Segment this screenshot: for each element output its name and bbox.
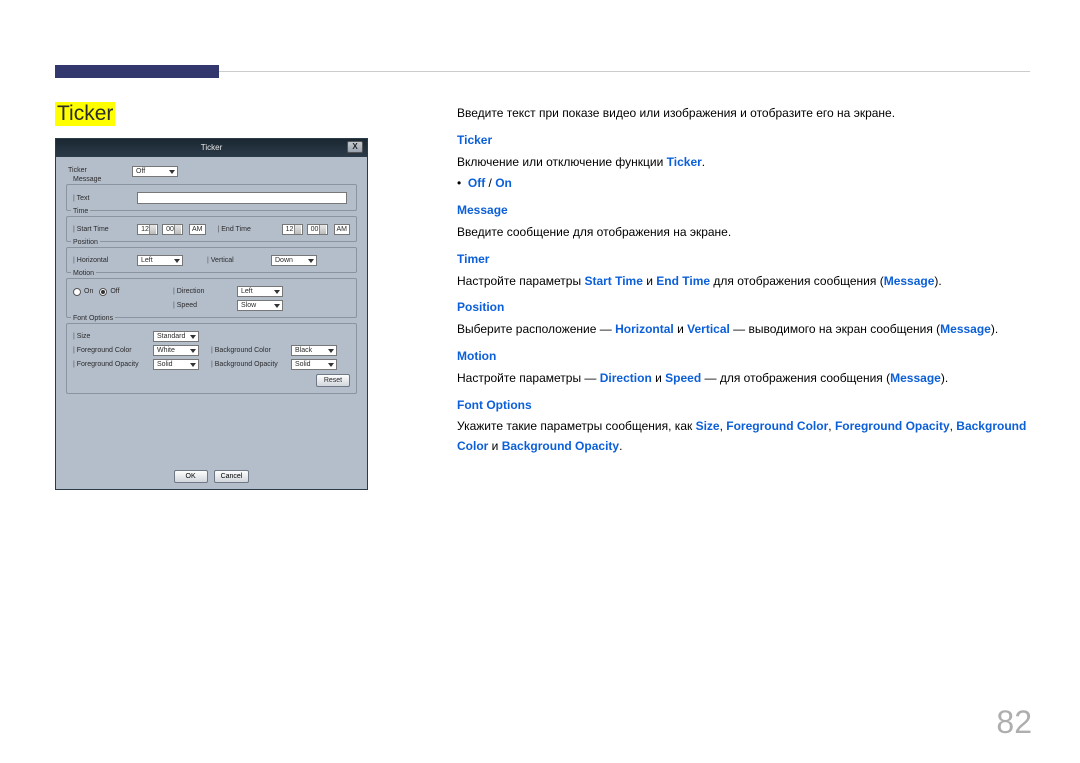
font-desc: Укажите такие параметры сообщения, как S… [457,417,1030,457]
intro-text: Введите текст при показе видео или изобр… [457,104,1030,124]
start-time-label: Start Time [73,226,133,233]
close-icon[interactable]: X [347,141,363,153]
message-group-label: Message [71,176,103,183]
page-number: 82 [996,704,1032,741]
end-min[interactable]: 00 [307,224,328,235]
font-options-label: Font Options [71,315,115,322]
vertical-dropdown[interactable]: Down [271,255,317,266]
bg-color-label: Background Color [211,347,287,354]
ticker-dialog: Ticker X Ticker Off Message Text Time St… [55,138,368,490]
text-input[interactable] [137,192,347,204]
cancel-button[interactable]: Cancel [214,470,250,483]
ticker-desc: Включение или отключение функции Ticker. [457,153,1030,173]
ok-button[interactable]: OK [174,470,208,483]
start-ampm[interactable]: AM [189,224,206,235]
speed-dropdown[interactable]: Slow [237,300,283,311]
direction-dropdown[interactable]: Left [237,286,283,297]
header-divider [219,71,1030,72]
bg-opacity-label: Background Opacity [211,361,287,368]
motion-group: Motion On Off Direction Left Speed Slow [66,278,357,318]
bg-opacity-dropdown[interactable]: Solid [291,359,337,370]
header-stripe [55,65,219,78]
ticker-label: Ticker [68,167,128,174]
motion-heading: Motion [457,349,496,363]
speed-label: Speed [173,302,233,309]
bg-color-dropdown[interactable]: Black [291,345,337,356]
motion-off-label: Off [110,288,119,295]
ticker-opts: • Off / On [457,174,1030,194]
message-heading: Message [457,203,508,217]
dialog-title-bar: Ticker X [56,139,367,157]
end-hour[interactable]: 12 [282,224,303,235]
fg-opacity-dropdown[interactable]: Solid [153,359,199,370]
size-label: Size [73,333,149,340]
reset-button[interactable]: Reset [316,374,350,387]
section-title: Ticker [55,102,115,126]
message-desc: Введите сообщение для отображения на экр… [457,223,1030,243]
font-options-group: Font Options Size Standard Foreground Co… [66,323,357,394]
ticker-dropdown[interactable]: Off [132,166,178,177]
motion-on-radio[interactable] [73,288,81,296]
position-group: Position Horizontal Left Vertical Down [66,247,357,273]
message-group: Message Text [66,184,357,211]
position-heading: Position [457,300,504,314]
motion-off-radio[interactable] [99,288,107,296]
fg-color-dropdown[interactable]: White [153,345,199,356]
start-min[interactable]: 00 [162,224,183,235]
text-label: Text [73,195,133,202]
motion-desc: Настройте параметры — Direction и Speed … [457,369,1030,389]
time-group: Time Start Time 12 00 AM End Time 12 00 … [66,216,357,242]
position-desc: Выберите расположение — Horizontal и Ver… [457,320,1030,340]
description-column: Введите текст при показе видео или изобр… [457,102,1030,459]
dialog-body: Ticker Off Message Text Time Start Time … [56,157,367,402]
direction-label: Direction [173,288,233,295]
time-group-label: Time [71,208,90,215]
motion-group-label: Motion [71,270,96,277]
ticker-heading: Ticker [457,133,492,147]
end-ampm[interactable]: AM [334,224,351,235]
dialog-title: Ticker [201,143,222,152]
horizontal-dropdown[interactable]: Left [137,255,183,266]
timer-heading: Timer [457,252,489,266]
horizontal-label: Horizontal [73,257,133,264]
timer-desc: Настройте параметры Start Time и End Tim… [457,272,1030,292]
motion-on-label: On [84,288,93,295]
fg-color-label: Foreground Color [73,347,149,354]
font-heading: Font Options [457,398,532,412]
position-group-label: Position [71,239,100,246]
vertical-label: Vertical [207,257,267,264]
size-dropdown[interactable]: Standard [153,331,199,342]
start-hour[interactable]: 12 [137,224,158,235]
fg-opacity-label: Foreground Opacity [73,361,149,368]
end-time-label: End Time [218,226,278,233]
